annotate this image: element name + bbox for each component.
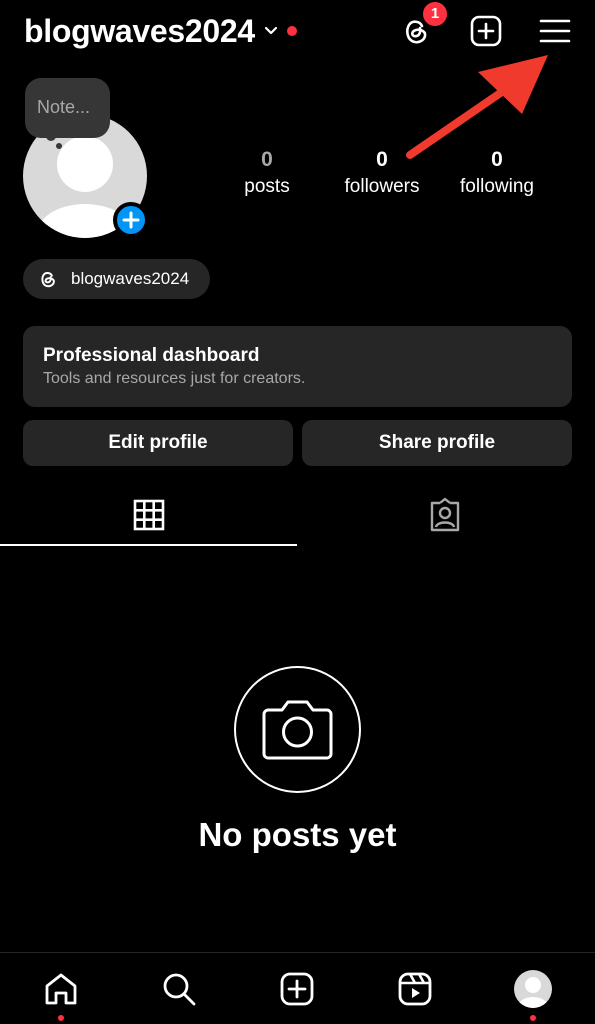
note-placeholder[interactable]: Note...: [37, 97, 90, 118]
grid-icon[interactable]: [132, 497, 166, 533]
following-label[interactable]: following: [450, 174, 544, 200]
edit-profile-button[interactable]: Edit profile: [23, 420, 293, 466]
threads-profile-link[interactable]: blogwaves2024: [23, 259, 210, 299]
followers-count[interactable]: 0: [332, 146, 432, 174]
stat-followers[interactable]: 0 followers: [332, 146, 432, 200]
threads-notification-badge: 1: [421, 0, 449, 28]
profile-notification-dot: [530, 1015, 536, 1021]
notification-dot: [286, 26, 297, 36]
top-bar: blogwaves2024 1: [0, 0, 595, 64]
professional-dashboard-title: Professional dashboard: [43, 345, 260, 366]
threads-handle: blogwaves2024: [71, 269, 190, 288]
active-tab-indicator: [0, 544, 297, 546]
stat-posts: 0 posts: [226, 146, 308, 200]
stat-following[interactable]: 0 following: [450, 146, 544, 200]
empty-state-camera: [234, 666, 361, 793]
chevron-down-icon[interactable]: [263, 23, 279, 39]
note-bubble-tail: [46, 131, 56, 141]
plus-icon: [122, 211, 140, 229]
profile-username[interactable]: blogwaves2024: [24, 10, 255, 52]
create-icon[interactable]: [279, 971, 315, 1007]
share-profile-button[interactable]: Share profile: [302, 420, 572, 466]
note-bubble-tail-small: [56, 143, 62, 149]
tagged-icon[interactable]: [428, 497, 462, 533]
search-icon[interactable]: [161, 971, 197, 1007]
add-story-button[interactable]: [113, 202, 149, 238]
following-count[interactable]: 0: [450, 146, 544, 174]
create-icon[interactable]: [469, 14, 503, 48]
home-icon[interactable]: [43, 971, 79, 1007]
posts-label: posts: [244, 176, 290, 197]
professional-dashboard-subtitle: Tools and resources just for creators.: [43, 370, 306, 387]
default-avatar-icon: [518, 977, 548, 1008]
profile-avatar[interactable]: [514, 970, 552, 1008]
reels-icon[interactable]: [397, 971, 433, 1007]
followers-label[interactable]: followers: [332, 174, 432, 200]
posts-count: 0: [261, 148, 273, 171]
empty-state-title: No posts yet: [198, 816, 397, 853]
professional-dashboard-card[interactable]: Professional dashboard Tools and resourc…: [23, 326, 572, 407]
menu-icon[interactable]: [538, 14, 572, 48]
home-notification-dot: [58, 1015, 64, 1021]
threads-icon: [41, 272, 55, 288]
camera-icon: [262, 700, 333, 760]
bottom-navigation: [0, 952, 595, 1024]
account-switcher[interactable]: blogwaves2024: [24, 10, 297, 52]
